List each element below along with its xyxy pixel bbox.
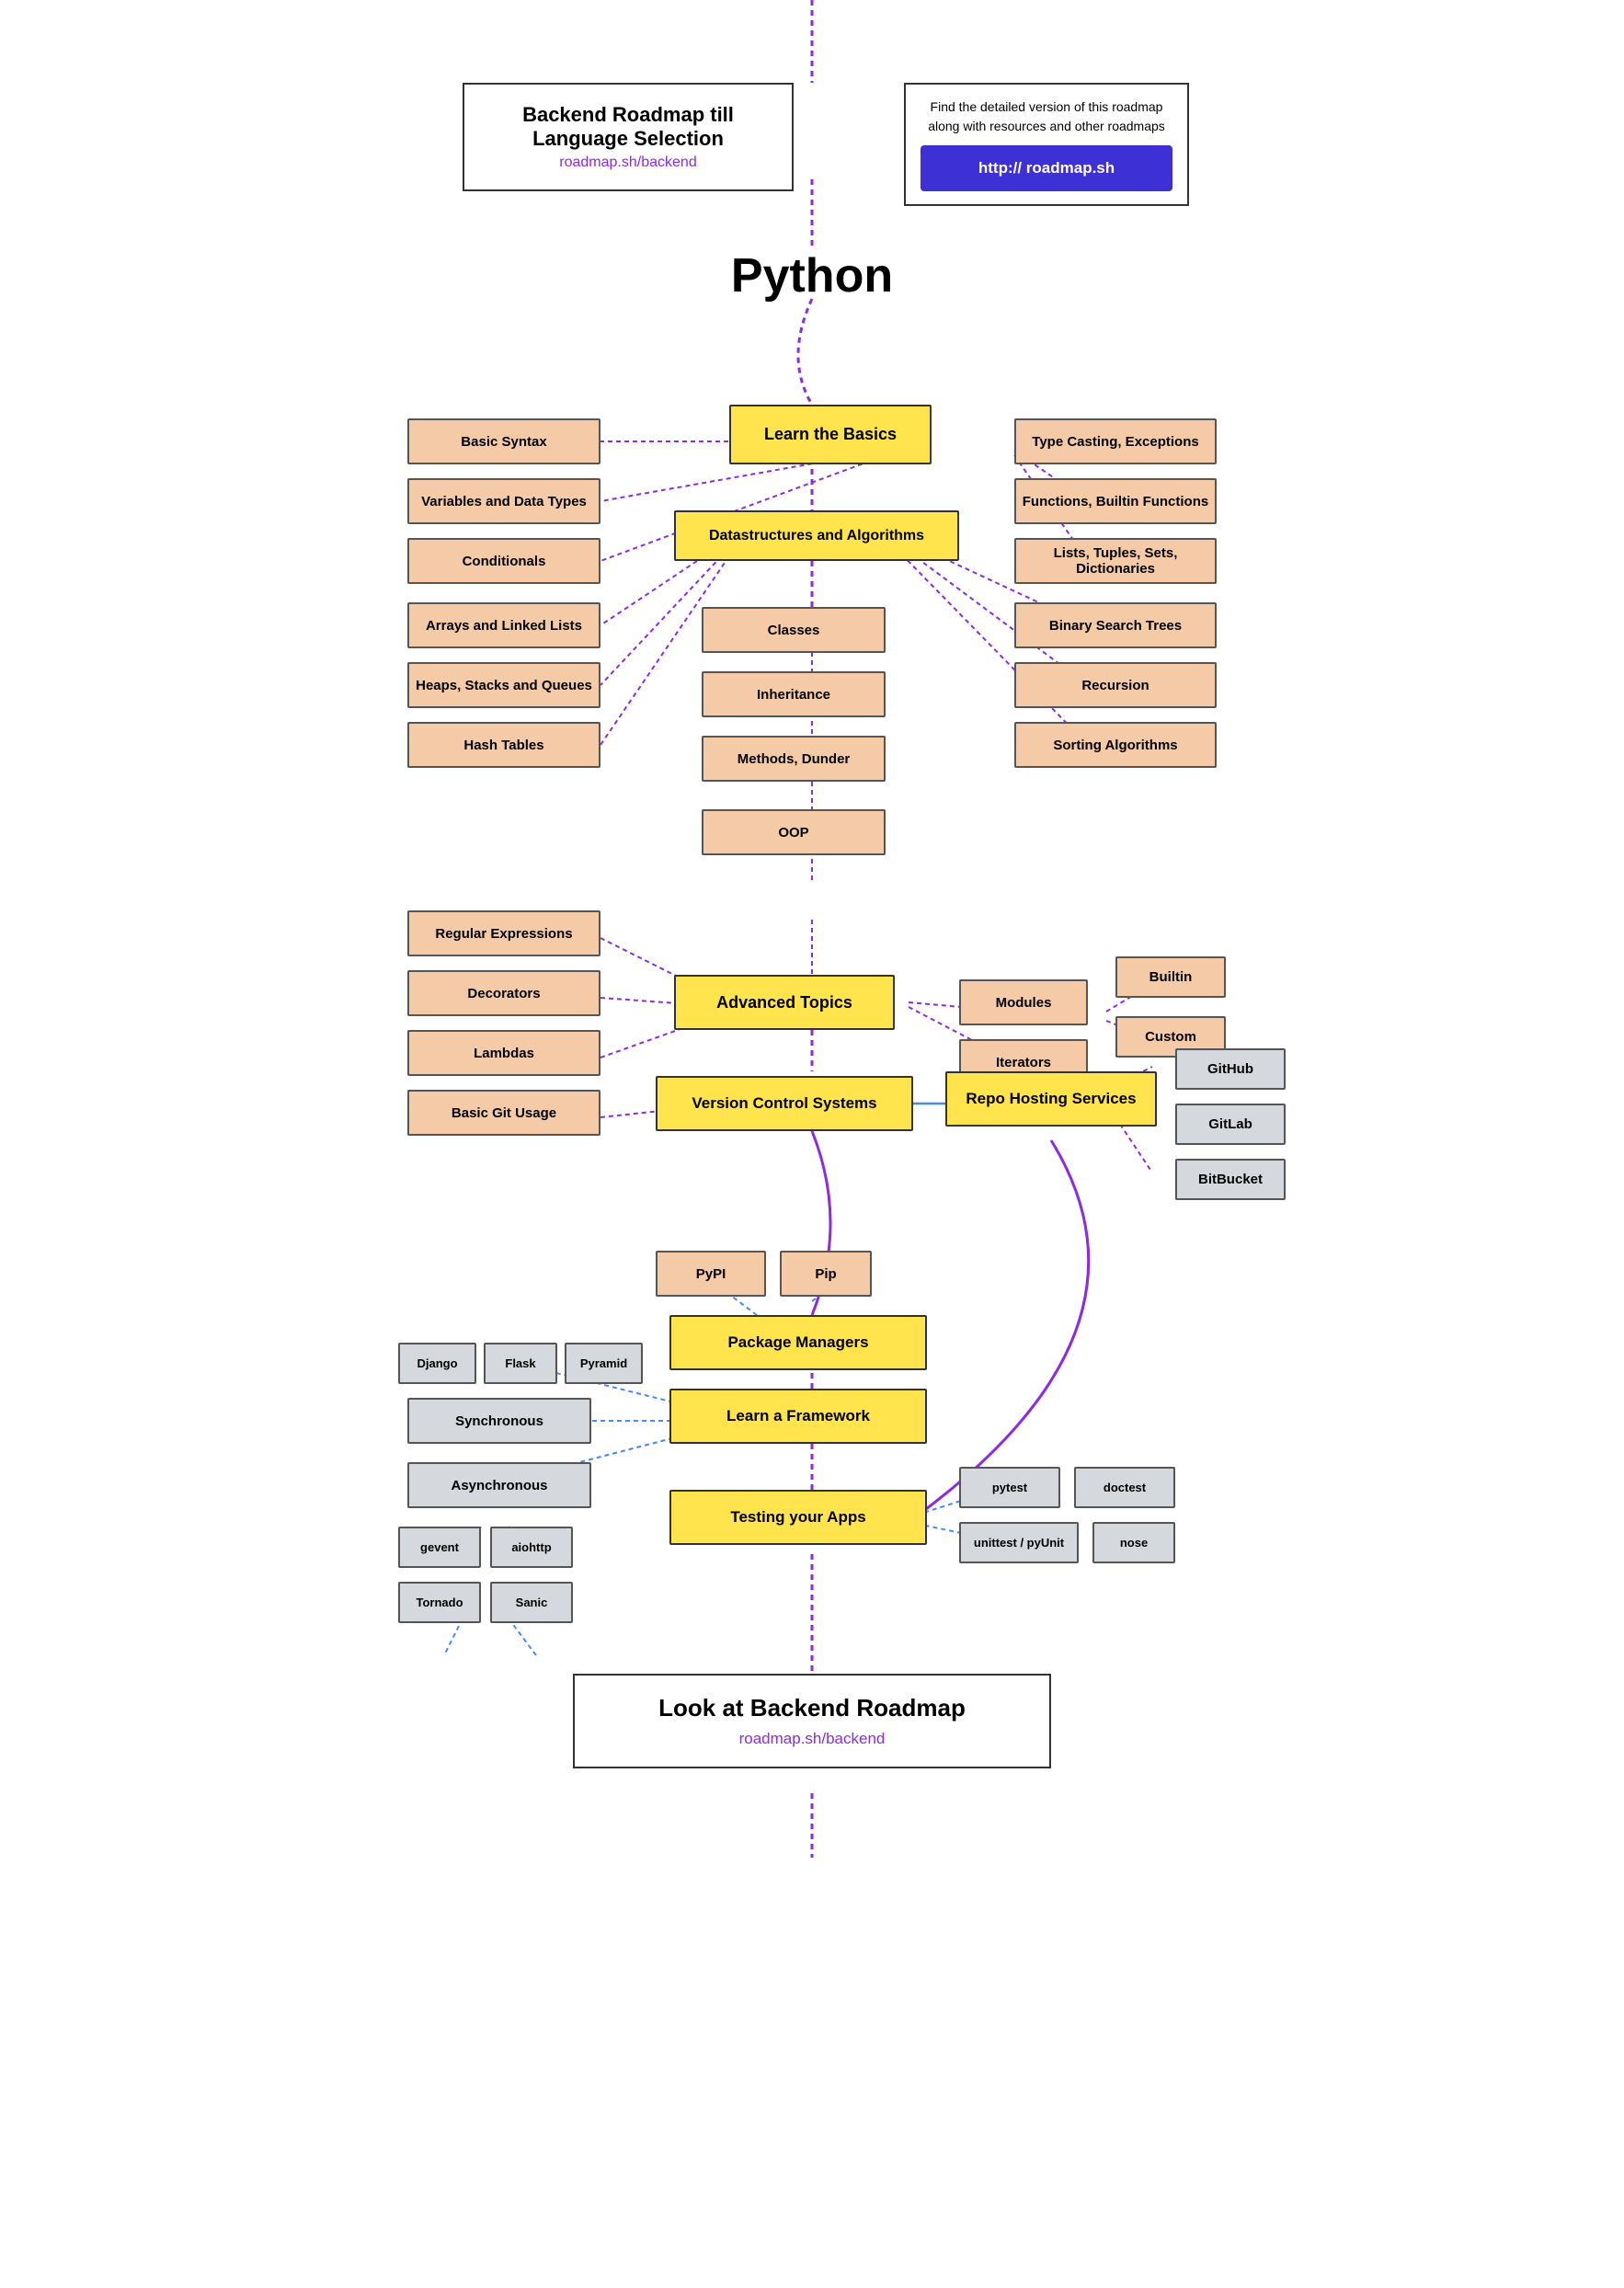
datastructures-node[interactable]: Datastructures and Algorithms bbox=[674, 510, 959, 561]
footer-box: Look at Backend Roadmap roadmap.sh/backe… bbox=[573, 1674, 1051, 1768]
footer-link[interactable]: roadmap.sh/backend bbox=[612, 1730, 1012, 1748]
github-node[interactable]: GitHub bbox=[1175, 1048, 1286, 1090]
synchronous-node[interactable]: Synchronous bbox=[407, 1398, 591, 1444]
page-title: Backend Roadmap till Language Selection bbox=[492, 103, 764, 151]
recursion-node[interactable]: Recursion bbox=[1014, 662, 1217, 708]
django-node[interactable]: Django bbox=[398, 1343, 476, 1384]
bitbucket-node[interactable]: BitBucket bbox=[1175, 1159, 1286, 1200]
heaps-node[interactable]: Heaps, Stacks and Queues bbox=[407, 662, 600, 708]
sorting-node[interactable]: Sorting Algorithms bbox=[1014, 722, 1217, 768]
python-title: Python bbox=[389, 248, 1235, 303]
learn-basics-node[interactable]: Learn the Basics bbox=[729, 405, 932, 464]
doctest-node[interactable]: doctest bbox=[1074, 1467, 1175, 1508]
pytest-node[interactable]: pytest bbox=[959, 1467, 1060, 1508]
package-managers-node[interactable]: Package Managers bbox=[669, 1315, 927, 1370]
sanic-node[interactable]: Sanic bbox=[490, 1582, 573, 1623]
header-link[interactable]: roadmap.sh/backend bbox=[492, 154, 764, 171]
builtin-node[interactable]: Builtin bbox=[1115, 956, 1226, 998]
lists-node[interactable]: Lists, Tuples, Sets, Dictionaries bbox=[1014, 538, 1217, 584]
tornado-node[interactable]: Tornado bbox=[398, 1582, 481, 1623]
binary-search-node[interactable]: Binary Search Trees bbox=[1014, 602, 1217, 648]
flask-node[interactable]: Flask bbox=[484, 1343, 557, 1384]
conditionals-node[interactable]: Conditionals bbox=[407, 538, 600, 584]
decorators-node[interactable]: Decorators bbox=[407, 970, 600, 1016]
basic-syntax-node[interactable]: Basic Syntax bbox=[407, 418, 600, 464]
advanced-topics-node[interactable]: Advanced Topics bbox=[674, 975, 895, 1030]
unittest-node[interactable]: unittest / pyUnit bbox=[959, 1522, 1079, 1563]
info-text: Find the detailed version of this roadma… bbox=[921, 97, 1172, 136]
classes-node[interactable]: Classes bbox=[702, 607, 886, 653]
learn-framework-node[interactable]: Learn a Framework bbox=[669, 1389, 927, 1444]
version-control-node[interactable]: Version Control Systems bbox=[656, 1076, 913, 1131]
variables-node[interactable]: Variables and Data Types bbox=[407, 478, 600, 524]
pip-node[interactable]: Pip bbox=[780, 1251, 872, 1297]
footer-title: Look at Backend Roadmap bbox=[612, 1694, 1012, 1722]
pypi-node[interactable]: PyPI bbox=[656, 1251, 766, 1297]
repo-hosting-node[interactable]: Repo Hosting Services bbox=[945, 1071, 1157, 1127]
info-link-button[interactable]: http:// roadmap.sh bbox=[921, 145, 1172, 191]
gitlab-node[interactable]: GitLab bbox=[1175, 1104, 1286, 1145]
oop-node[interactable]: OOP bbox=[702, 809, 886, 855]
pyramid-node[interactable]: Pyramid bbox=[565, 1343, 643, 1384]
aiohttp-node[interactable]: aiohttp bbox=[490, 1527, 573, 1568]
gevent-node[interactable]: gevent bbox=[398, 1527, 481, 1568]
lambdas-node[interactable]: Lambdas bbox=[407, 1030, 600, 1076]
basic-git-node[interactable]: Basic Git Usage bbox=[407, 1090, 600, 1136]
functions-node[interactable]: Functions, Builtin Functions bbox=[1014, 478, 1217, 524]
testing-node[interactable]: Testing your Apps bbox=[669, 1490, 927, 1545]
nose-node[interactable]: nose bbox=[1092, 1522, 1175, 1563]
regular-expr-node[interactable]: Regular Expressions bbox=[407, 910, 600, 956]
methods-node[interactable]: Methods, Dunder bbox=[702, 736, 886, 782]
arrays-node[interactable]: Arrays and Linked Lists bbox=[407, 602, 600, 648]
info-box: Find the detailed version of this roadma… bbox=[904, 83, 1189, 206]
modules-node[interactable]: Modules bbox=[959, 979, 1088, 1025]
hash-tables-node[interactable]: Hash Tables bbox=[407, 722, 600, 768]
title-box: Backend Roadmap till Language Selection … bbox=[463, 83, 794, 191]
type-casting-node[interactable]: Type Casting, Exceptions bbox=[1014, 418, 1217, 464]
asynchronous-node[interactable]: Asynchronous bbox=[407, 1462, 591, 1508]
inheritance-node[interactable]: Inheritance bbox=[702, 671, 886, 717]
